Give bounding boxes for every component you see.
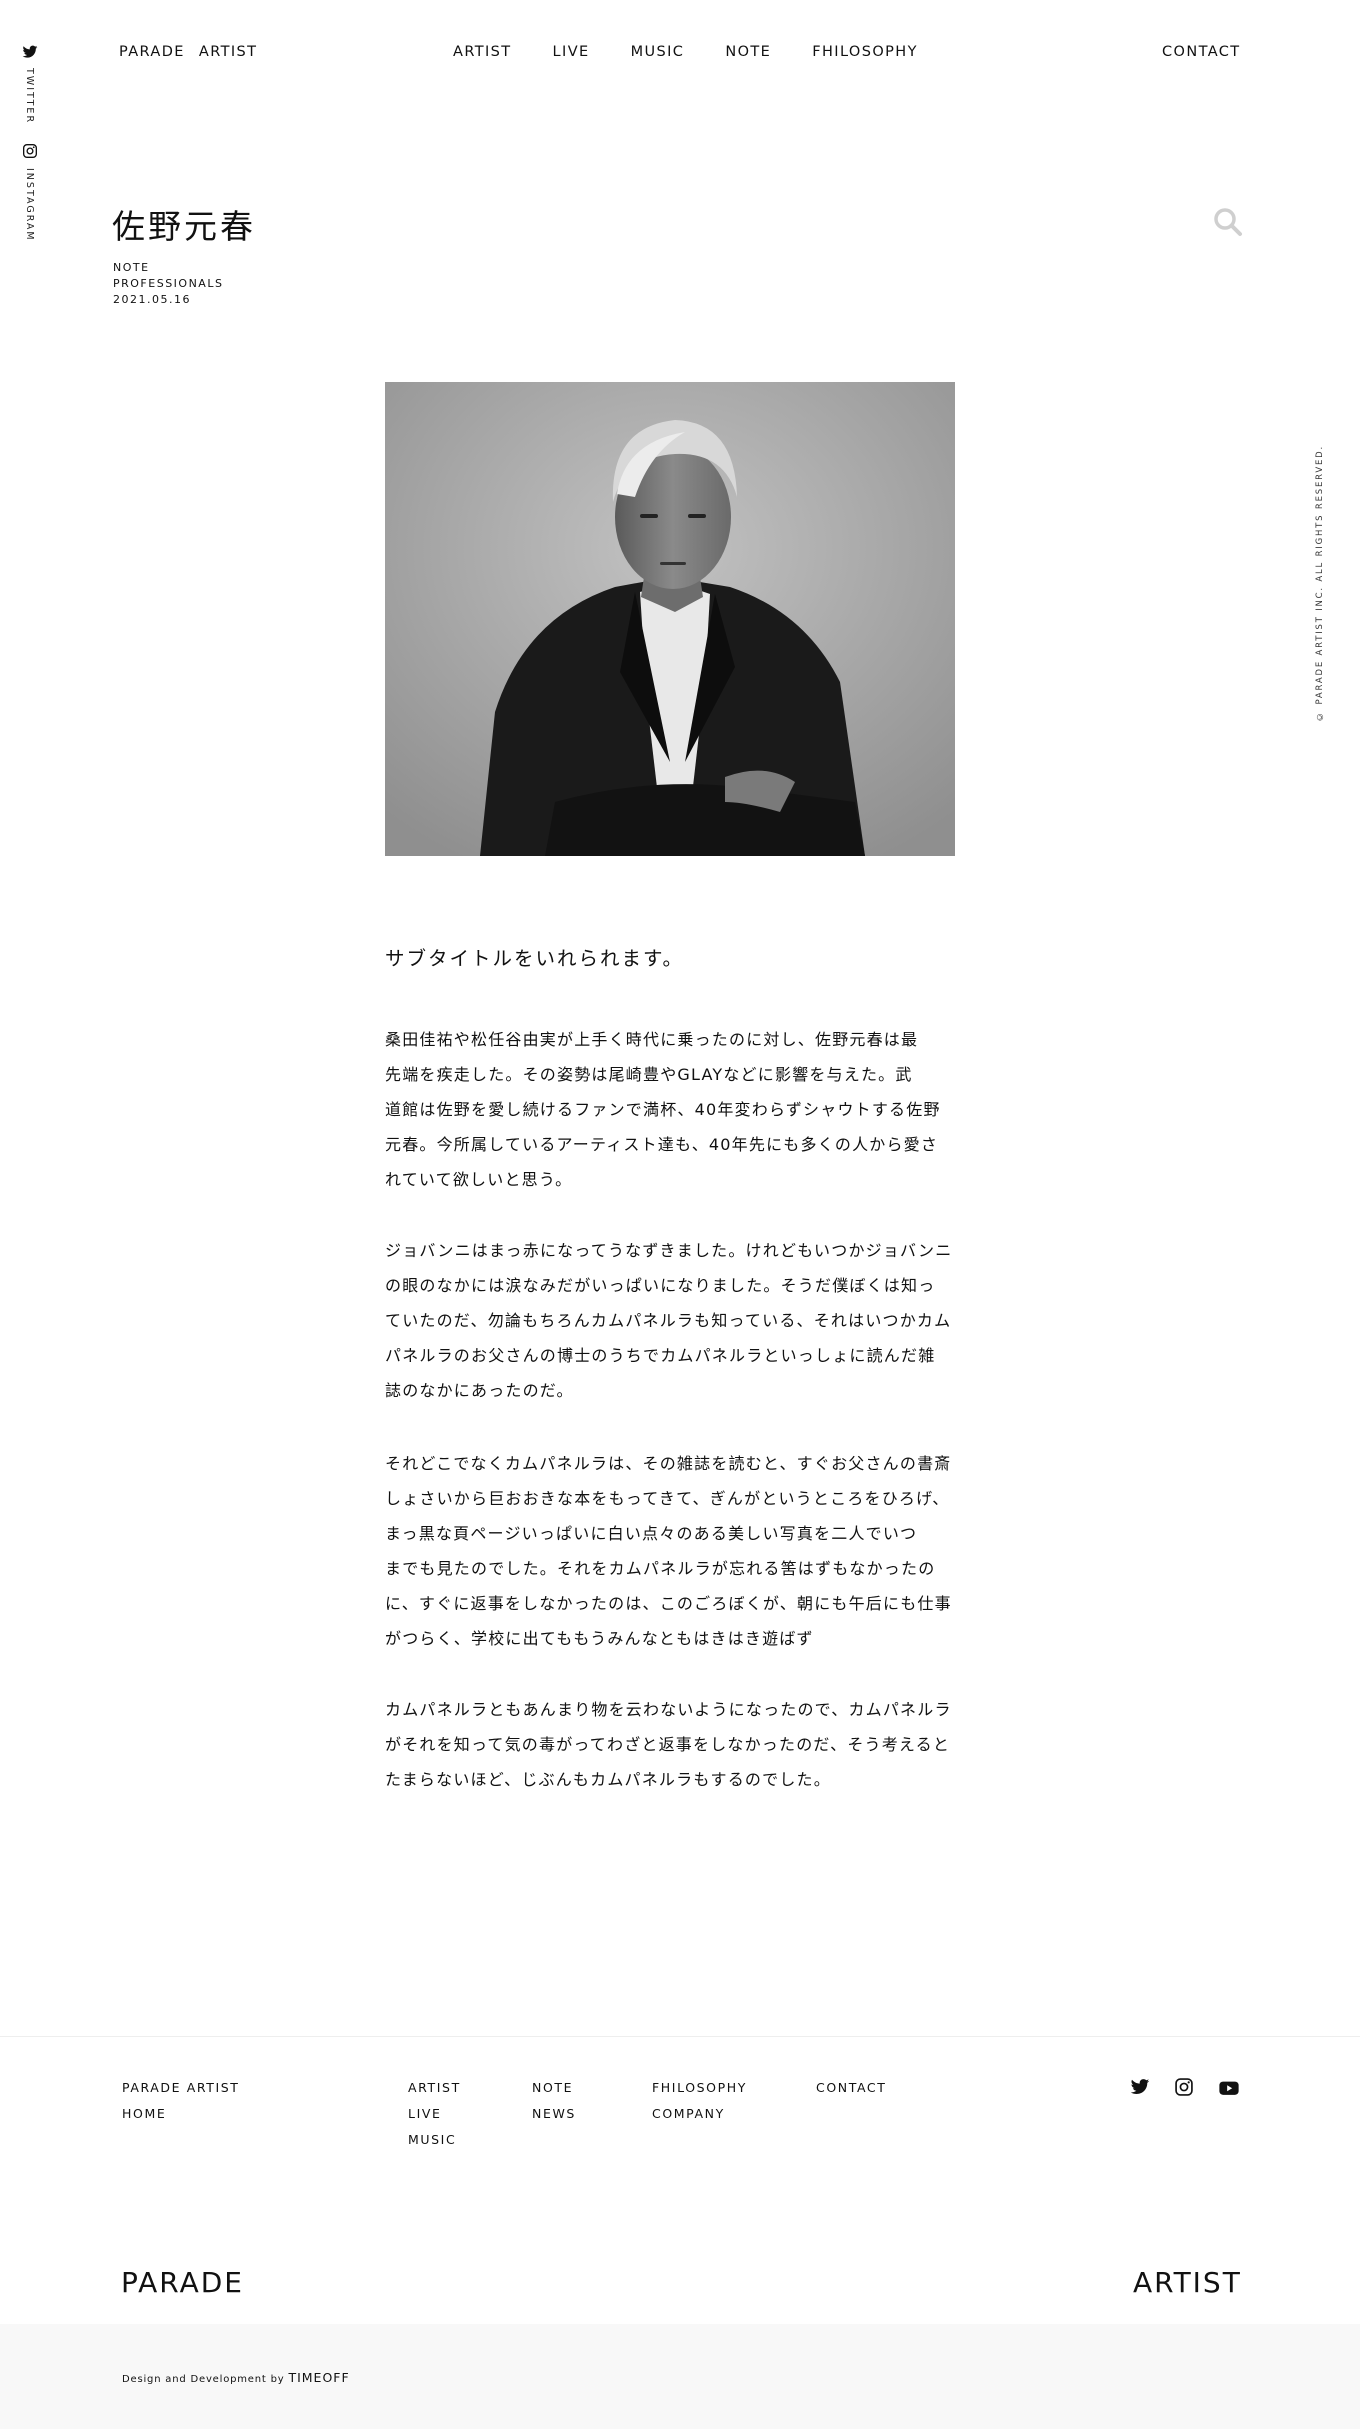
- paragraph-line: 元春。今所属しているアーティスト達も、40年先にも多くの人から愛さ: [385, 1135, 939, 1154]
- nav-philosophy[interactable]: FHILOSOPHY: [812, 44, 918, 60]
- footer-link-parade-artist[interactable]: PARADE ARTIST: [122, 2080, 240, 2095]
- artist-photo: [385, 382, 955, 856]
- paragraph-line: 先端を疾走した。その姿勢は尾崎豊やGLAYなどに影響を与えた。武: [385, 1065, 913, 1084]
- credit-line: Design and Development by TIMEOFF: [122, 2370, 350, 2385]
- nav-contact[interactable]: CONTACT: [1162, 44, 1241, 60]
- brand-logo[interactable]: PARADE ARTIST: [119, 44, 257, 60]
- paragraph-line: 桑田佳祐や松任谷由実が上手く時代に乗ったのに対し、佐野元春は最: [385, 1030, 919, 1049]
- paragraph-line: たまらないほど、じぶんもカムパネルラもするのでした。: [385, 1770, 831, 1789]
- page-title: 佐野元春: [112, 207, 256, 246]
- paragraph-line: まっ黒な頁ページいっぱいに白い点々のある美しい写真を二人でいつ: [385, 1524, 918, 1543]
- footer-link-contact[interactable]: CONTACT: [816, 2080, 886, 2095]
- paragraph-line: ジョバンニはまっ赤になってうなずきました。けれどもいつかジョバンニ: [385, 1241, 953, 1260]
- footer-divider: [0, 2036, 1360, 2037]
- paragraph-line: カムパネルラともあんまり物を云わないようになったので、カムパネルラ: [385, 1700, 952, 1719]
- main-nav: ARTIST LIVE MUSIC NOTE FHILOSOPHY: [453, 44, 918, 60]
- article-date: 2021.05.16: [113, 293, 191, 306]
- instagram-rail-icon[interactable]: [22, 143, 40, 161]
- twitter-rail-icon[interactable]: [22, 44, 40, 62]
- article-category[interactable]: NOTE: [113, 261, 150, 274]
- footer-link-news[interactable]: NEWS: [532, 2106, 576, 2121]
- footer-link-artist[interactable]: ARTIST: [408, 2080, 461, 2095]
- footer-link-home[interactable]: HOME: [122, 2106, 166, 2121]
- article-subtitle: サブタイトルをいれられます。: [385, 947, 685, 970]
- paragraph-line: までも見たのでした。それをカムパネルラが忘れる筈はずもなかったの: [385, 1559, 936, 1578]
- article-paragraph: ジョバンニはまっ赤になってうなずきました。けれどもいつかジョバンニ の眼のなかに…: [385, 1233, 960, 1408]
- footer-link-live[interactable]: LIVE: [408, 2106, 442, 2121]
- nav-note[interactable]: NOTE: [725, 44, 771, 60]
- article-paragraph: カムパネルラともあんまり物を云わないようになったので、カムパネルラ がそれを知っ…: [385, 1692, 960, 1797]
- nav-live[interactable]: LIVE: [553, 44, 590, 60]
- paragraph-line: がつらく、学校に出てももうみんなともはきはき遊ばず: [385, 1629, 814, 1648]
- instagram-rail-label[interactable]: INSTAGRAM: [24, 168, 35, 242]
- paragraph-line: ていたのだ、勿論もちろんカムパネルラも知っている、それはいつかカム: [385, 1311, 952, 1330]
- footer-logo-artist[interactable]: ARTIST: [1133, 2266, 1242, 2299]
- footer-link-company[interactable]: COMPANY: [652, 2106, 725, 2121]
- instagram-icon[interactable]: [1174, 2077, 1196, 2099]
- paragraph-line: れていて欲しいと思う。: [385, 1170, 573, 1189]
- article-paragraph: 桑田佳祐や松任谷由実が上手く時代に乗ったのに対し、佐野元春は最 先端を疾走した。…: [385, 1022, 960, 1197]
- copyright: © PARADE ARTIST INC. ALL RIGHTS RESERVED…: [1315, 445, 1325, 721]
- footer-logo-parade[interactable]: PARADE: [121, 2266, 244, 2299]
- article-tag[interactable]: PROFESSIONALS: [113, 277, 223, 290]
- paragraph-line: しょさいから巨おおきな本をもってきて、ぎんがというところをひろげ、: [385, 1489, 950, 1508]
- nav-artist[interactable]: ARTIST: [453, 44, 512, 60]
- credit-name[interactable]: TIMEOFF: [288, 2370, 349, 2385]
- footer-link-philosophy[interactable]: FHILOSOPHY: [652, 2080, 747, 2095]
- twitter-rail-label[interactable]: TWITTER: [24, 68, 35, 124]
- youtube-icon[interactable]: [1218, 2077, 1240, 2099]
- twitter-icon[interactable]: [1130, 2077, 1152, 2099]
- credit-prefix: Design and Development by: [122, 2374, 285, 2385]
- nav-music[interactable]: MUSIC: [631, 44, 685, 60]
- paragraph-line: パネルラのお父さんの博士のうちでカムパネルラといっしょに読んだ雑: [385, 1346, 936, 1365]
- paragraph-line: の眼のなかには涙なみだがいっぱいになりました。そうだ僕ぼくは知っ: [385, 1276, 936, 1295]
- paragraph-line: に、すぐに返事をしなかったのは、このごろぼくが、朝にも午后にも仕事: [385, 1594, 952, 1613]
- footer-link-music[interactable]: MUSIC: [408, 2132, 456, 2147]
- paragraph-line: 誌のなかにあったのだ。: [385, 1381, 574, 1400]
- paragraph-line: がそれを知って気の毒がってわざと返事をしなかったのだ、そう考えると: [385, 1735, 951, 1754]
- search-icon[interactable]: [1212, 206, 1244, 238]
- article-paragraph: それどこでなくカムパネルラは、その雑誌を読むと、すぐお父さんの書斎 しょさいから…: [385, 1446, 960, 1656]
- paragraph-line: 道館は佐野を愛し続けるファンで満杯、40年変わらずシャウトする佐野: [385, 1100, 941, 1119]
- paragraph-line: それどこでなくカムパネルラは、その雑誌を読むと、すぐお父さんの書斎: [385, 1454, 952, 1473]
- footer-link-note[interactable]: NOTE: [532, 2080, 573, 2095]
